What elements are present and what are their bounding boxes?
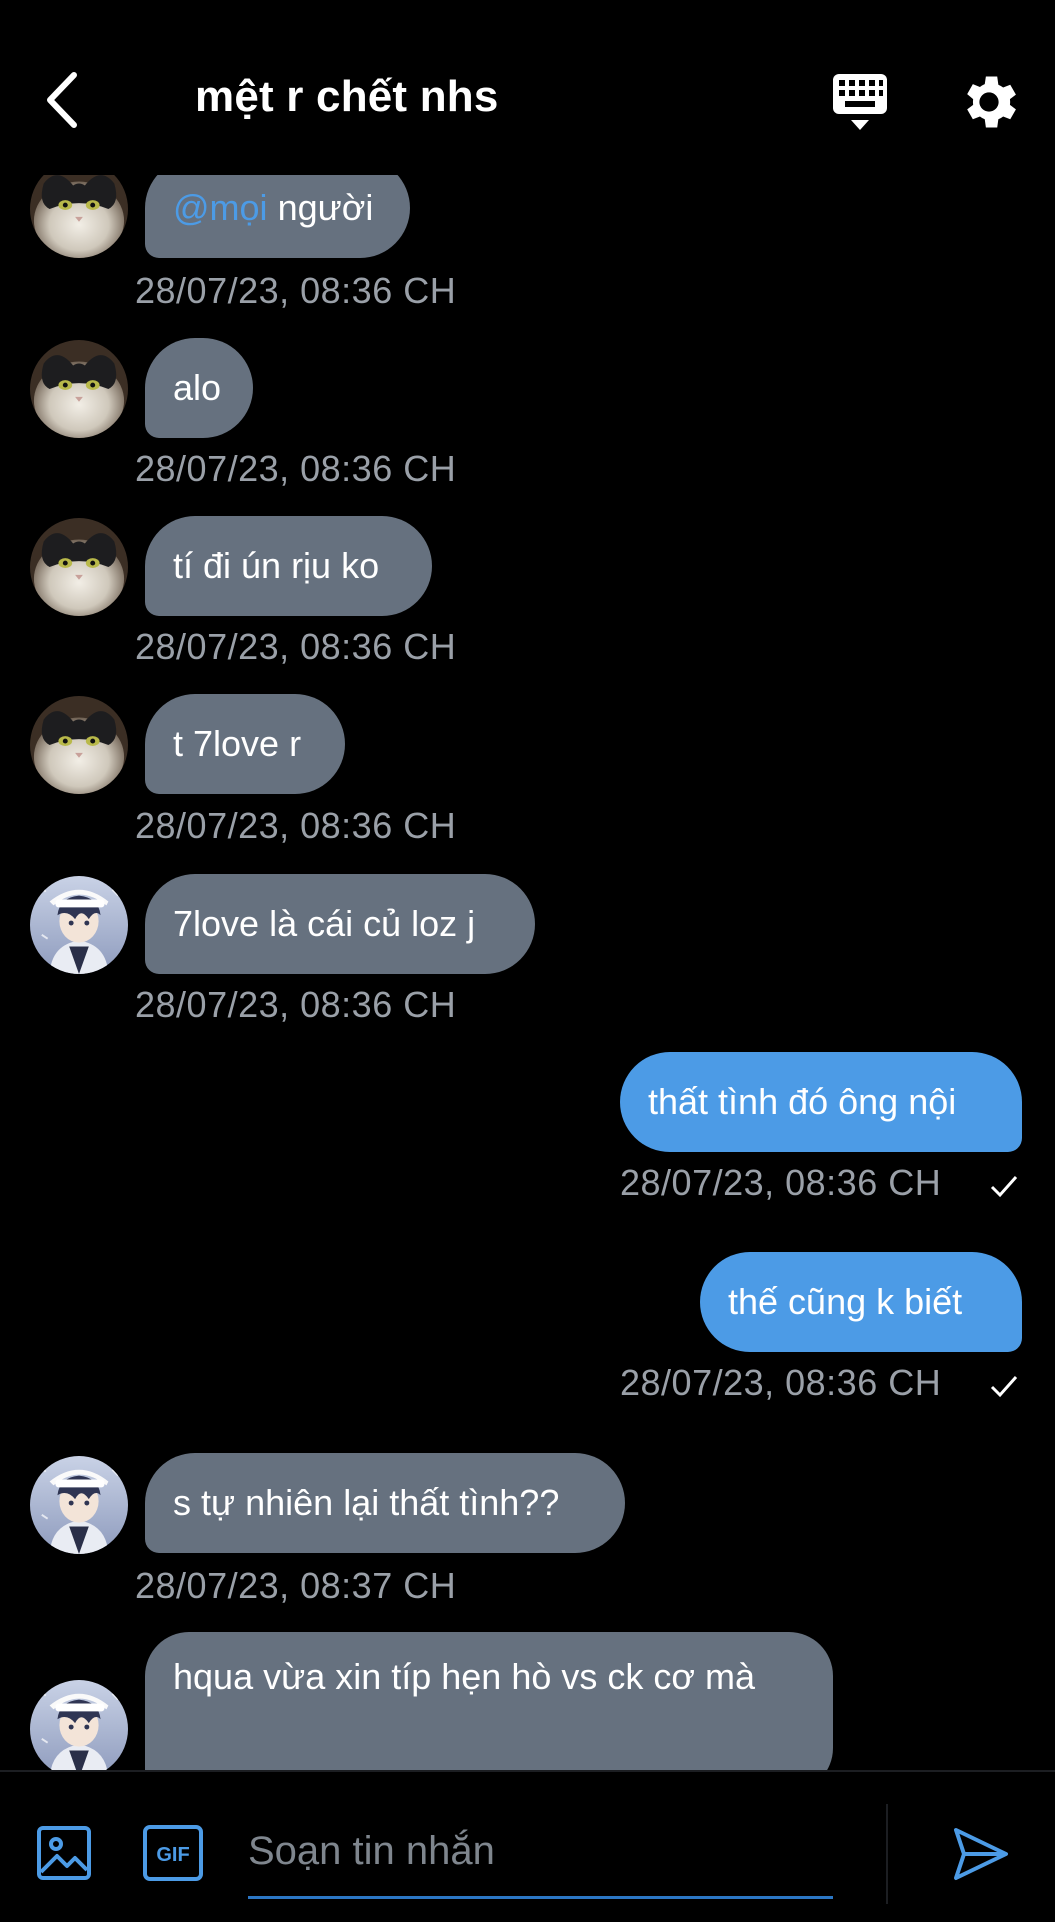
- message-text: thất tình đó ông nội: [648, 1081, 957, 1122]
- message-bubble-outgoing[interactable]: thế cũng k biết: [700, 1252, 1022, 1352]
- message-timestamp: 28/07/23, 08:37 CH: [135, 1565, 457, 1606]
- message-list[interactable]: @mọi người 28/07/23, 08:36 CH alo 28/07/…: [0, 0, 1055, 1770]
- message-bubble-outgoing[interactable]: thất tình đó ông nội: [620, 1052, 1022, 1152]
- message-bubble[interactable]: s tự nhiên lại thất tình??: [145, 1453, 625, 1553]
- message-input[interactable]: Soạn tin nhắn: [248, 1806, 833, 1899]
- mention-link[interactable]: @mọi: [173, 185, 268, 231]
- message-timestamp: 28/07/23, 08:36 CH: [135, 270, 457, 311]
- image-icon: [37, 1826, 91, 1880]
- back-button[interactable]: [32, 60, 92, 140]
- avatar[interactable]: [30, 696, 128, 794]
- avatar[interactable]: [30, 876, 128, 974]
- message-timestamp: 28/07/23, 08:36 CH: [620, 1362, 942, 1403]
- avatar[interactable]: [30, 1456, 128, 1554]
- anime-avatar-image: [30, 876, 128, 974]
- message-text: tí đi ún rịu ko: [173, 545, 380, 586]
- conversation-title[interactable]: mệt r chết nhs: [195, 72, 499, 122]
- message-timestamp: 28/07/23, 08:36 CH: [135, 448, 457, 489]
- attach-image-button[interactable]: [35, 1824, 93, 1882]
- anime-avatar-image: [30, 1680, 128, 1770]
- back-arrow-icon: [47, 72, 77, 128]
- message-bubble[interactable]: alo: [145, 338, 253, 438]
- message-timestamp: 28/07/23, 08:36 CH: [135, 626, 457, 667]
- message-bubble[interactable]: 7love là cái củ loz j: [145, 874, 535, 974]
- avatar[interactable]: [30, 1680, 128, 1770]
- message-bubble[interactable]: tí đi ún rịu ko: [145, 516, 432, 616]
- anime-avatar-image: [30, 1456, 128, 1554]
- message-composer: GIF Soạn tin nhắn: [0, 1770, 1055, 1922]
- gif-icon: GIF: [143, 1825, 203, 1881]
- message-timestamp: 28/07/23, 08:36 CH: [135, 805, 457, 846]
- message-input-placeholder: Soạn tin nhắn: [248, 1829, 495, 1873]
- message-text: t 7love r: [173, 723, 302, 764]
- message-timestamp: 28/07/23, 08:36 CH: [620, 1162, 942, 1203]
- message-timestamp: 28/07/23, 08:36 CH: [135, 984, 457, 1025]
- check-icon: [990, 1176, 1018, 1198]
- send-icon: [954, 1828, 1008, 1880]
- message-bubble[interactable]: hqua vừa xin típ hẹn hò vs ck cơ mà: [145, 1632, 833, 1770]
- message-text: người: [267, 187, 374, 228]
- gear-icon: [967, 76, 1016, 128]
- message-text: thế cũng k biết: [728, 1281, 963, 1322]
- message-text: 7love là cái củ loz j: [173, 903, 476, 944]
- message-text: hqua vừa xin típ hẹn hò vs ck cơ mà: [173, 1656, 755, 1697]
- cat-avatar-image: [30, 518, 128, 616]
- composer-divider: [886, 1804, 888, 1904]
- keyboard-icon: [833, 74, 887, 130]
- message-text: alo: [173, 367, 222, 408]
- gif-label: GIF: [156, 1844, 189, 1866]
- settings-button[interactable]: [955, 68, 1023, 136]
- avatar[interactable]: [30, 518, 128, 616]
- cat-avatar-image: [30, 340, 128, 438]
- keyboard-button[interactable]: [825, 68, 895, 134]
- avatar[interactable]: [30, 340, 128, 438]
- check-icon: [990, 1376, 1018, 1398]
- chat-header: mệt r chết nhs: [0, 0, 1055, 175]
- gif-button[interactable]: GIF: [142, 1824, 204, 1882]
- cat-avatar-image: [30, 696, 128, 794]
- message-bubble[interactable]: t 7love r: [145, 694, 345, 794]
- message-text: s tự nhiên lại thất tình??: [173, 1482, 560, 1523]
- send-button[interactable]: [950, 1824, 1010, 1884]
